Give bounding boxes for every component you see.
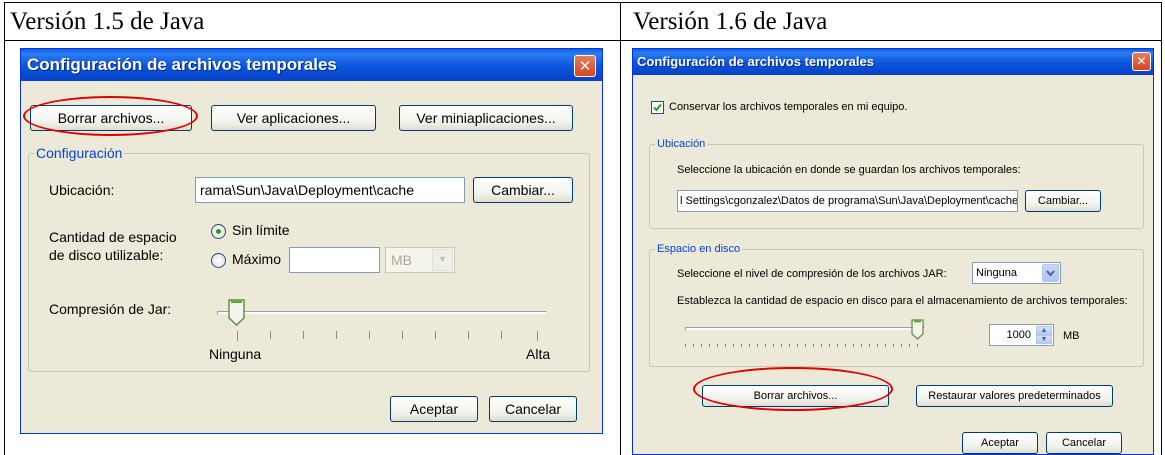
disk-space-label-line1: Cantidad de espacio — [49, 229, 177, 245]
spinner-icon[interactable]: ▲ ▼ — [1036, 326, 1052, 344]
table-border-right — [1161, 2, 1162, 455]
table-border-top — [4, 2, 1162, 3]
unit-select-value: MB — [391, 252, 412, 268]
table-border-center — [620, 2, 621, 455]
slider-min-label: Ninguna — [209, 346, 262, 362]
ok-button[interactable]: Aceptar — [962, 432, 1038, 454]
slider-tick — [402, 331, 403, 339]
chevron-down-icon[interactable]: ▾ — [432, 249, 453, 271]
ok-button[interactable]: Aceptar — [390, 396, 478, 422]
column-title-java16: Versión 1.6 de Java — [633, 8, 828, 35]
delete-files-button[interactable]: Borrar archivos... — [702, 385, 889, 407]
keep-files-checkbox[interactable] — [651, 101, 664, 114]
disk-space-label-line2: de disco utilizable: — [49, 247, 164, 263]
jar-compression-label: Compresión de Jar: — [49, 301, 172, 317]
cancel-button[interactable]: Cancelar — [1046, 432, 1122, 454]
location-group — [649, 144, 1144, 229]
dialog-java16-title: Configuración de archivos temporales — [637, 54, 874, 69]
maximum-size-input[interactable] — [289, 247, 380, 273]
space-slider-track[interactable] — [685, 327, 925, 331]
cancel-button[interactable]: Cancelar — [489, 396, 577, 422]
slider-tick — [336, 331, 337, 339]
view-applications-button[interactable]: Ver aplicaciones... — [211, 105, 376, 131]
slider-tick — [303, 331, 304, 339]
space-label: Establezca la cantidad de espacio en dis… — [677, 295, 1128, 307]
unlimited-label: Sin límite — [232, 222, 290, 238]
unlimited-radio[interactable] — [211, 224, 226, 239]
slider-tick — [369, 331, 370, 339]
location-group-label: Ubicación — [655, 138, 708, 150]
checkmark-icon — [653, 103, 662, 112]
location-field[interactable]: l Settings\cgonzalez\Datos de programa\S… — [677, 190, 1018, 212]
dialog-java16: Configuración de archivos temporales ✕ C… — [632, 48, 1154, 455]
settings-group-label: Configuración — [34, 145, 125, 161]
space-slider-ticks — [685, 344, 921, 347]
location-label: Ubicación: — [49, 182, 115, 198]
close-icon[interactable]: ✕ — [1132, 52, 1151, 71]
space-unit-label: MB — [1063, 330, 1080, 342]
compression-label: Seleccione el nivel de compresión de los… — [677, 268, 947, 280]
compression-slider-track[interactable] — [217, 311, 547, 315]
delete-files-button[interactable]: Borrar archivos... — [30, 105, 192, 131]
dialog-java15-title: Configuración de archivos temporales — [27, 55, 337, 74]
view-applets-button[interactable]: Ver miniaplicaciones... — [399, 105, 573, 131]
location-field[interactable]: rama\Sun\Java\Deployment\cache — [195, 177, 465, 203]
location-description: Seleccione la ubicación en donde se guar… — [677, 164, 1021, 176]
slider-tick — [270, 331, 271, 339]
disk-space-group-label: Espacio en disco — [655, 243, 743, 255]
slider-max-label: Alta — [526, 346, 551, 362]
dialog-java15: Configuración de archivos temporales ✕ B… — [20, 48, 603, 434]
maximum-radio[interactable] — [211, 253, 226, 268]
close-icon[interactable]: ✕ — [574, 55, 596, 77]
table-border-middle — [4, 40, 1162, 41]
compression-slider-thumb[interactable] — [228, 299, 245, 327]
slider-tick — [537, 331, 538, 341]
slider-tick — [501, 331, 502, 339]
maximum-label: Máximo — [232, 251, 282, 267]
table-border-left — [4, 2, 5, 455]
compression-select-value: Ninguna — [976, 267, 1017, 279]
restore-defaults-button[interactable]: Restaurar valores predeterminados — [916, 385, 1113, 407]
dialog-java15-titlebar[interactable]: Configuración de archivos temporales ✕ — [21, 49, 602, 81]
change-location-button[interactable]: Cambiar... — [473, 177, 573, 203]
disk-space-group — [649, 249, 1144, 367]
keep-files-label: Conservar los archivos temporales en mi … — [669, 101, 908, 113]
change-location-button[interactable]: Cambiar... — [1025, 190, 1101, 212]
slider-tick — [468, 331, 469, 339]
column-title-java15: Versión 1.5 de Java — [10, 8, 205, 35]
space-slider-thumb[interactable] — [911, 319, 924, 341]
chevron-down-icon[interactable] — [1042, 264, 1059, 282]
dialog-java16-titlebar[interactable]: Configuración de archivos temporales ✕ — [633, 49, 1153, 75]
slider-tick — [435, 331, 436, 339]
slider-tick — [237, 331, 238, 341]
